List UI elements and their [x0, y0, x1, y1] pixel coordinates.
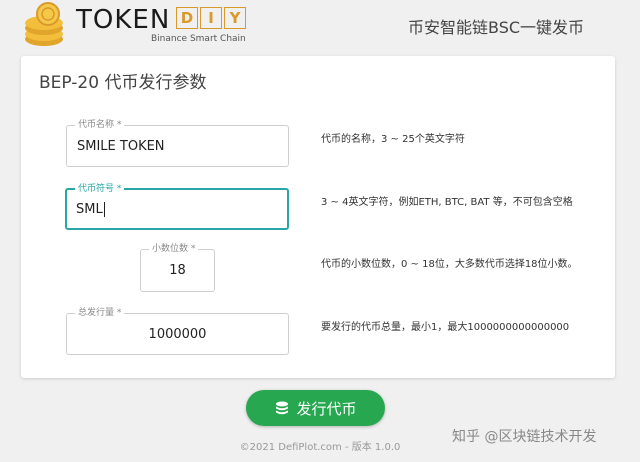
card-title: BEP-20 代币发行参数 — [39, 73, 207, 93]
token-name-label: 代币名称 * — [75, 119, 125, 131]
issue-token-label: 发行代币 — [296, 399, 357, 418]
coins-icon — [276, 401, 289, 415]
page-title: 币安智能链BSC一键发币 — [408, 18, 585, 37]
token-name-help: 代币的名称，3 ~ 25个英文字符 — [321, 134, 465, 145]
logo-diy-letter: D — [176, 7, 198, 29]
token-symbol-text: SML — [76, 202, 105, 217]
logo-subtitle: Binance Smart Chain — [151, 34, 246, 44]
total-supply-value: 1000000 — [148, 327, 207, 342]
total-supply-label: 总发行量 * — [75, 307, 125, 319]
decimals-label: 小数位数 * — [149, 243, 199, 255]
decimals-input[interactable]: 小数位数 * 18 — [140, 243, 215, 292]
logo-diy-letter: Y — [224, 7, 246, 29]
logo-wordmark: TOKEN — [76, 5, 171, 35]
token-symbol-help: 3 ~ 4英文字符，例如ETH, BTC, BAT 等，不可包含空格 — [321, 197, 573, 208]
total-supply-help: 要发行的代币总量，最小1，最大1000000000000000 — [321, 322, 570, 333]
token-name-value: SMILE TOKEN — [77, 139, 165, 154]
token-name-input[interactable]: 代币名称 * SMILE TOKEN — [66, 119, 289, 167]
text-caret — [103, 202, 105, 217]
token-params-card: BEP-20 代币发行参数 代币名称 * SMILE TOKEN 代币的名称，3… — [21, 56, 615, 378]
issue-token-button[interactable]: 发行代币 — [246, 390, 385, 426]
decimals-help: 代币的小数位数，0 ~ 18位，大多数代币选择18位小数。 — [321, 259, 578, 270]
total-supply-input[interactable]: 总发行量 * 1000000 — [66, 307, 289, 355]
token-symbol-label: 代币符号 * — [75, 183, 125, 195]
app-header: TOKEN D I Y Binance Smart Chain 币安智能链BSC… — [0, 0, 640, 52]
logo-diy: D I Y — [176, 7, 248, 29]
coin-stack-icon — [25, 2, 63, 46]
watermark-text: 知乎 @区块链技术开发 — [452, 429, 597, 445]
token-symbol-input[interactable]: 代币符号 * SML — [65, 183, 289, 230]
decimals-value: 18 — [169, 263, 186, 278]
logo-diy-letter: I — [200, 7, 222, 29]
token-symbol-value: SML — [76, 202, 103, 217]
